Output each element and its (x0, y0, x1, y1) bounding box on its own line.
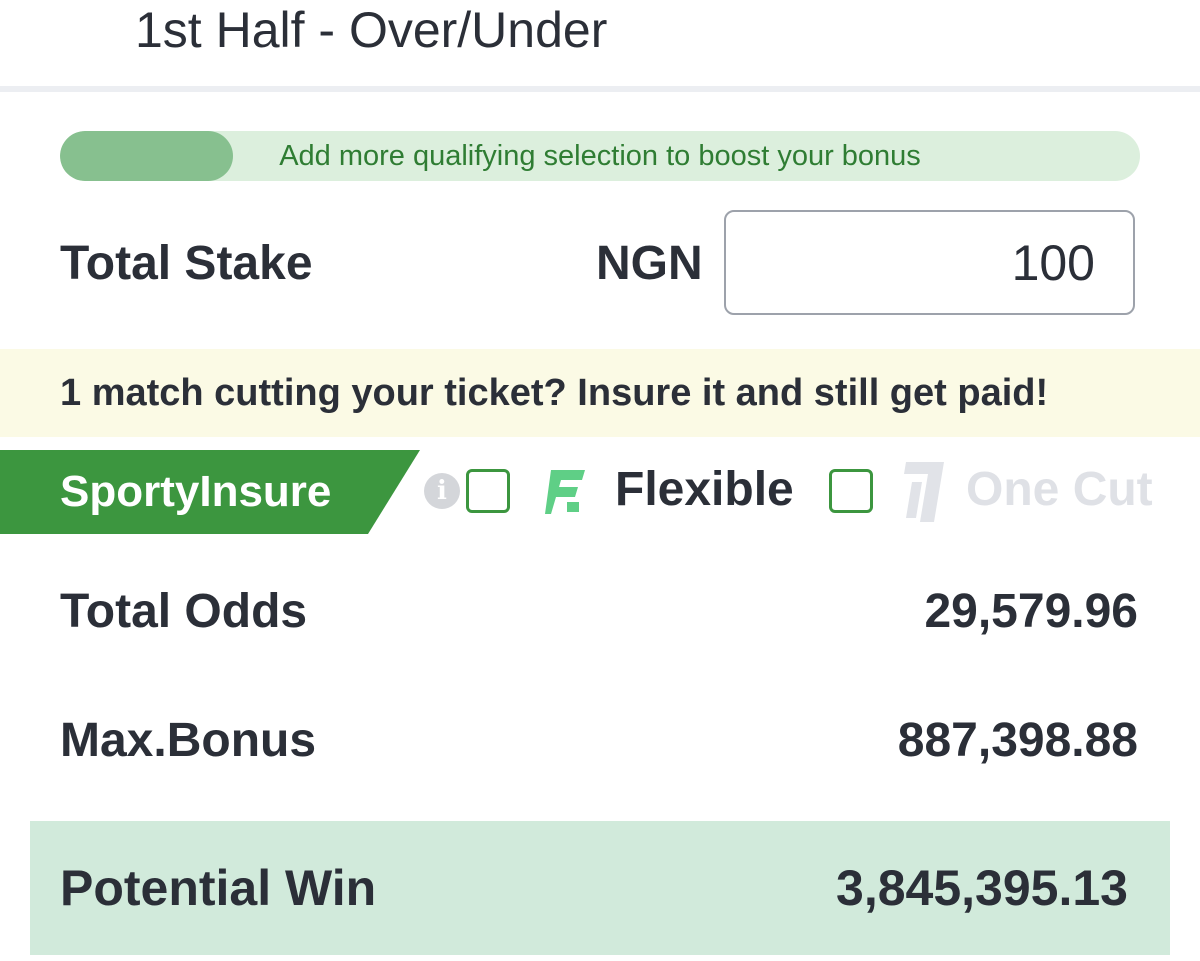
potential-win-value: 3,845,395.13 (836, 860, 1128, 916)
flexible-f-icon (545, 470, 585, 514)
one-cut-icon (904, 462, 944, 522)
insurance-banner: 1 match cutting your ticket? Insure it a… (0, 349, 1200, 437)
potential-win-box: Potential Win 3,845,395.13 (30, 821, 1170, 955)
bonus-progress-bar: Add more qualifying selection to boost y… (60, 131, 1140, 181)
max-bonus-value: 887,398.88 (897, 714, 1138, 767)
max-bonus-label: Max.Bonus (60, 714, 317, 767)
section-divider (0, 86, 1200, 92)
one-cut-checkbox[interactable] (829, 469, 873, 513)
one-cut-label: One Cut (966, 463, 1153, 516)
total-odds-value: 29,579.96 (924, 585, 1138, 638)
stake-input[interactable] (724, 210, 1135, 315)
currency-label: NGN (596, 237, 703, 290)
info-icon[interactable]: i (424, 473, 460, 509)
total-odds-label: Total Odds (60, 585, 308, 638)
total-stake-label: Total Stake (60, 237, 313, 290)
flexible-label[interactable]: Flexible (615, 462, 794, 518)
insurance-banner-text: 1 match cutting your ticket? Insure it a… (60, 372, 1049, 414)
flexible-checkbox[interactable] (466, 469, 510, 513)
sporty-insure-label: SportyInsure (60, 467, 332, 516)
market-title: 1st Half - Over/Under (135, 2, 608, 58)
potential-win-label: Potential Win (60, 860, 377, 916)
bonus-progress-message: Add more qualifying selection to boost y… (279, 140, 921, 172)
